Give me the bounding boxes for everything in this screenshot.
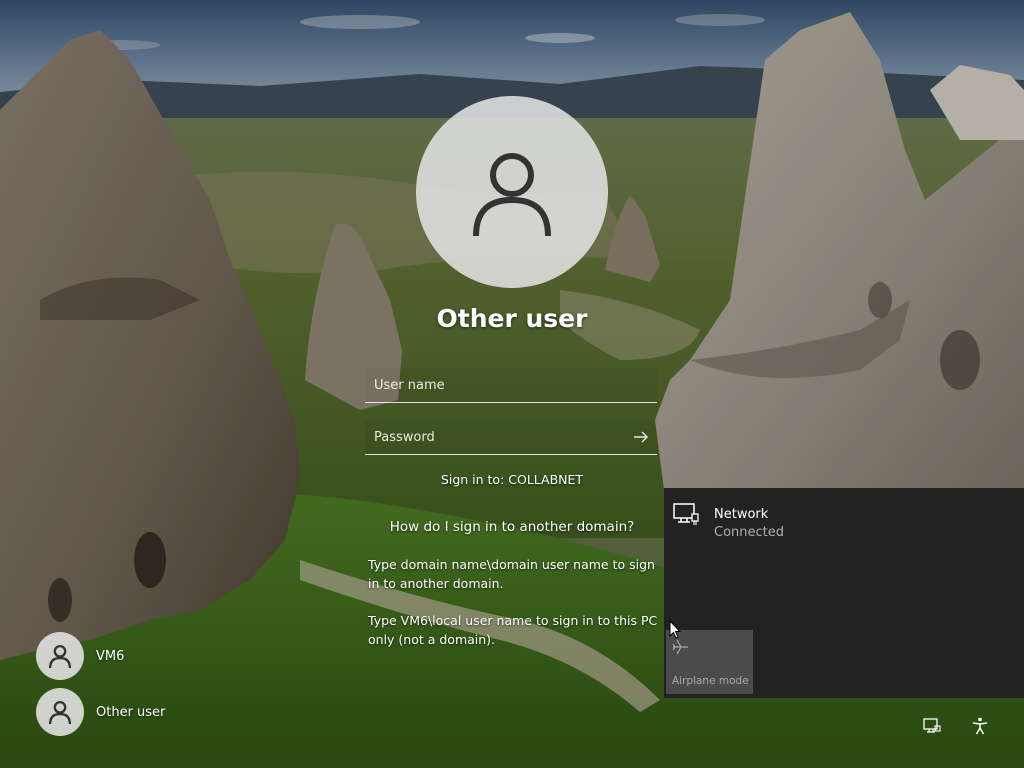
help-text-local: Type VM6\local user name to sign in to t…	[368, 613, 658, 647]
user-avatar-small	[36, 632, 84, 680]
user-tile-name: VM6	[96, 648, 125, 664]
person-icon	[48, 644, 72, 669]
person-icon	[48, 700, 72, 725]
user-title: Other user	[436, 304, 588, 333]
submit-arrow-icon[interactable]	[633, 429, 649, 445]
lock-screen: Other user Sign in to: COLLABNET How do …	[0, 0, 1024, 768]
accessibility-icon[interactable]	[970, 716, 990, 736]
user-tile-other-user[interactable]: Other user	[36, 688, 256, 736]
person-icon	[473, 153, 551, 237]
password-field[interactable]	[365, 420, 657, 455]
ethernet-icon	[673, 503, 699, 525]
airplane-icon	[672, 639, 688, 655]
network-flyout: Network Connected Airplane mode	[664, 488, 1024, 698]
help-text-domain: Type domain name\domain user name to sig…	[368, 557, 655, 591]
user-avatar-small	[36, 688, 84, 736]
user-avatar	[416, 96, 608, 288]
username-input[interactable]	[365, 368, 657, 402]
network-icon[interactable]	[922, 716, 942, 736]
airplane-mode-label: Airplane mode	[672, 675, 749, 687]
mouse-cursor-icon	[669, 620, 681, 639]
user-tile-name: Other user	[96, 704, 166, 720]
network-entry[interactable]: Network Connected	[672, 500, 972, 544]
user-tile-vm6[interactable]: VM6	[36, 632, 256, 680]
network-status: Connected	[714, 525, 785, 540]
domain-help-link[interactable]: How do I sign in to another domain?	[312, 519, 712, 535]
sign-in-domain-text: Sign in to: COLLABNET	[440, 472, 584, 487]
password-input[interactable]	[365, 420, 657, 454]
username-field[interactable]	[365, 368, 657, 403]
network-name: Network	[714, 507, 769, 522]
